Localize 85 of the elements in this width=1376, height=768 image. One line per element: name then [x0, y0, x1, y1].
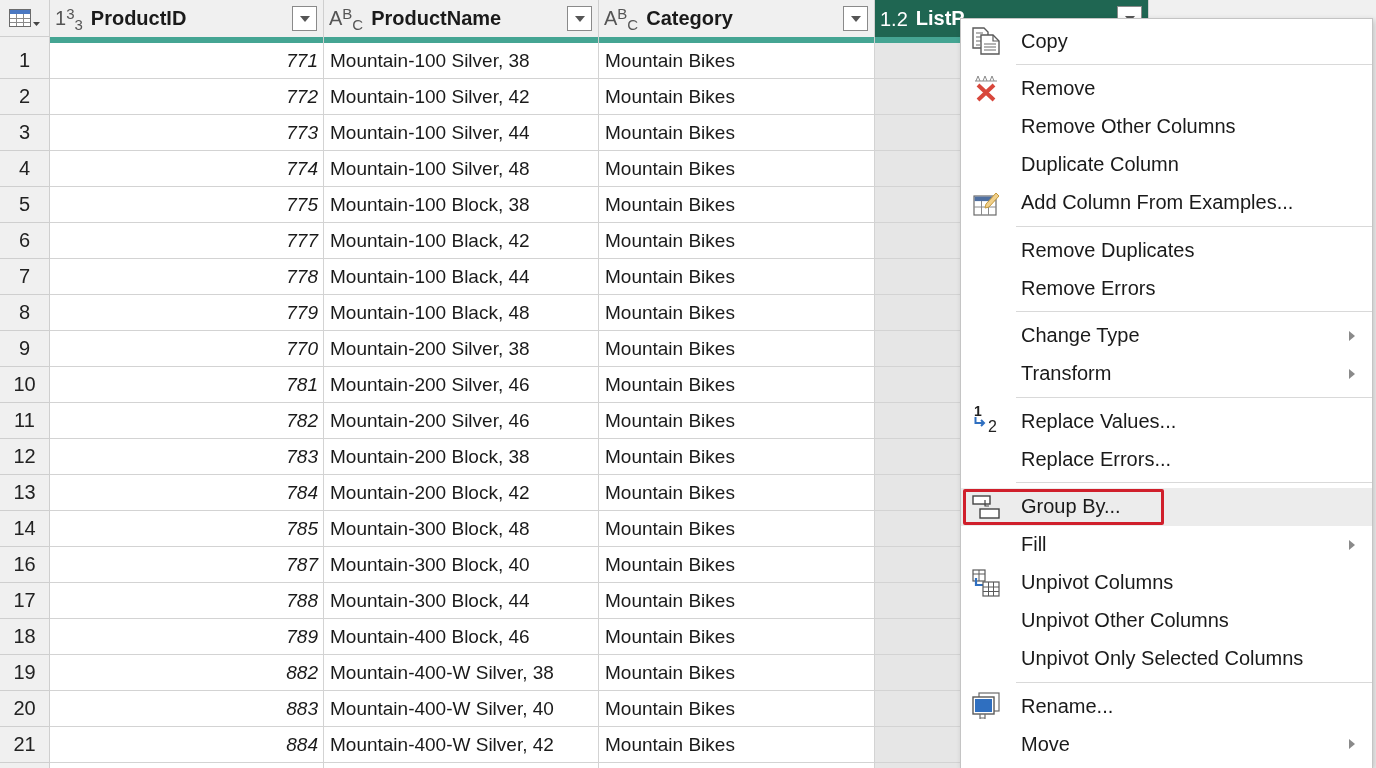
table-cell: Mountain-200 Silver, 46: [324, 367, 599, 403]
table-cell: 774: [50, 151, 324, 187]
row-number: 10: [0, 367, 50, 403]
table-cell: Mountain Bikes: [599, 547, 875, 583]
row-number: 5: [0, 187, 50, 223]
table-cell: Mountain-200 Block, 42: [324, 475, 599, 511]
table-cell: Mountain Bikes: [599, 511, 875, 547]
row-number: 6: [0, 223, 50, 259]
table-cell: Mountain-400 Block, 46: [324, 619, 599, 655]
table-cell: Mountain Bikes: [599, 331, 875, 367]
table-cell: Mountain-400-W Silver, 40: [324, 691, 599, 727]
row-number: 19: [0, 655, 50, 691]
table-cell: Mountain Bikes: [599, 187, 875, 223]
table-cell: Mountain-100 Black, 42: [324, 223, 599, 259]
data-type-label: 1.2: [880, 8, 908, 29]
table-cell: Mountain-100 Silver, 48: [324, 151, 599, 187]
table-cell: 884: [50, 727, 324, 763]
table-cell: 783: [50, 439, 324, 475]
table-cell: 781: [50, 367, 324, 403]
table-cell: Mountain-100 Silver, 42: [324, 79, 599, 115]
table-cell: Mountain Bikes: [599, 295, 875, 331]
column-name: Category: [646, 7, 734, 30]
table-cell: 771: [50, 43, 324, 79]
table-cell: 777: [50, 223, 324, 259]
table-cell: Mountain Bikes: [599, 727, 875, 763]
table-cell: Mountain-400-W Silver, 38: [324, 655, 599, 691]
table-cell: Mountain Bikes: [599, 403, 875, 439]
table-cell: 770: [50, 331, 324, 367]
table-cell: Mountain-100 Block, 38: [324, 187, 599, 223]
table-cell: 788: [50, 583, 324, 619]
column-name: ListP: [915, 7, 966, 30]
table-cell: Mountain Bikes: [599, 43, 875, 79]
row-number: 14: [0, 511, 50, 547]
table-cell: Mountain Bikes: [599, 439, 875, 475]
row-number: 2: [0, 79, 50, 115]
row-number: 1: [0, 43, 50, 79]
table-cell: Mountain Bikes: [599, 655, 875, 691]
row-number: 17: [0, 583, 50, 619]
table-cell: Mountain-300 Block, 40: [324, 547, 599, 583]
row-number: 12: [0, 439, 50, 475]
table-cell: Mountain Bikes: [599, 79, 875, 115]
table-cell: Mountain-100 Silver, 44: [324, 115, 599, 151]
row-number: 21: [0, 727, 50, 763]
table-cell: Mountain Bikes: [599, 367, 875, 403]
table-cell: 773: [50, 115, 324, 151]
table-cell: 775: [50, 187, 324, 223]
table-cell: Mountain Bikes: [599, 115, 875, 151]
table-cell: Mountain-300 Block, 44: [324, 583, 599, 619]
table-cell: Mountain-200 Silver, 38: [324, 331, 599, 367]
table-cell: 779: [50, 295, 324, 331]
table-cell: Mountain Bikes: [599, 691, 875, 727]
table-cell: Mountain Bikes: [599, 475, 875, 511]
table-cell: Mountain Bikes: [599, 619, 875, 655]
table-cell: 772: [50, 79, 324, 115]
table-cell: 787: [50, 547, 324, 583]
row-number: 20: [0, 691, 50, 727]
row-number: 13: [0, 475, 50, 511]
table-cell: Mountain Bikes: [599, 259, 875, 295]
column-name: ProductName: [371, 7, 503, 30]
table-cell: Mountain-100 Black, 44: [324, 259, 599, 295]
table-cell: Mountain-400-W Silver, 42: [324, 727, 599, 763]
row-number: 4: [0, 151, 50, 187]
table-cell: Mountain-100 Black, 48: [324, 295, 599, 331]
table-cell: 882: [50, 655, 324, 691]
table-cell: 789: [50, 619, 324, 655]
table-cell: Mountain Bikes: [599, 583, 875, 619]
column-name: ProductID: [90, 7, 188, 30]
table-cell: 784: [50, 475, 324, 511]
row-number: 7: [0, 259, 50, 295]
table-cell: Mountain Bikes: [599, 223, 875, 259]
row-number: 3: [0, 115, 50, 151]
table-cell: 785: [50, 511, 324, 547]
table-cell: Mountain-300 Block, 48: [324, 511, 599, 547]
table-cell: Mountain-200 Silver, 46: [324, 403, 599, 439]
table-cell: 778: [50, 259, 324, 295]
row-number: 9: [0, 331, 50, 367]
table-cell: Mountain Bikes: [599, 151, 875, 187]
table-cell: 883: [50, 691, 324, 727]
row-number: 11: [0, 403, 50, 439]
row-number: 8: [0, 295, 50, 331]
table-cell: Mountain-200 Block, 38: [324, 439, 599, 475]
table-cell: 782: [50, 403, 324, 439]
row-number: 16: [0, 547, 50, 583]
row-number: 18: [0, 619, 50, 655]
table-cell: Mountain-100 Silver, 38: [324, 43, 599, 79]
